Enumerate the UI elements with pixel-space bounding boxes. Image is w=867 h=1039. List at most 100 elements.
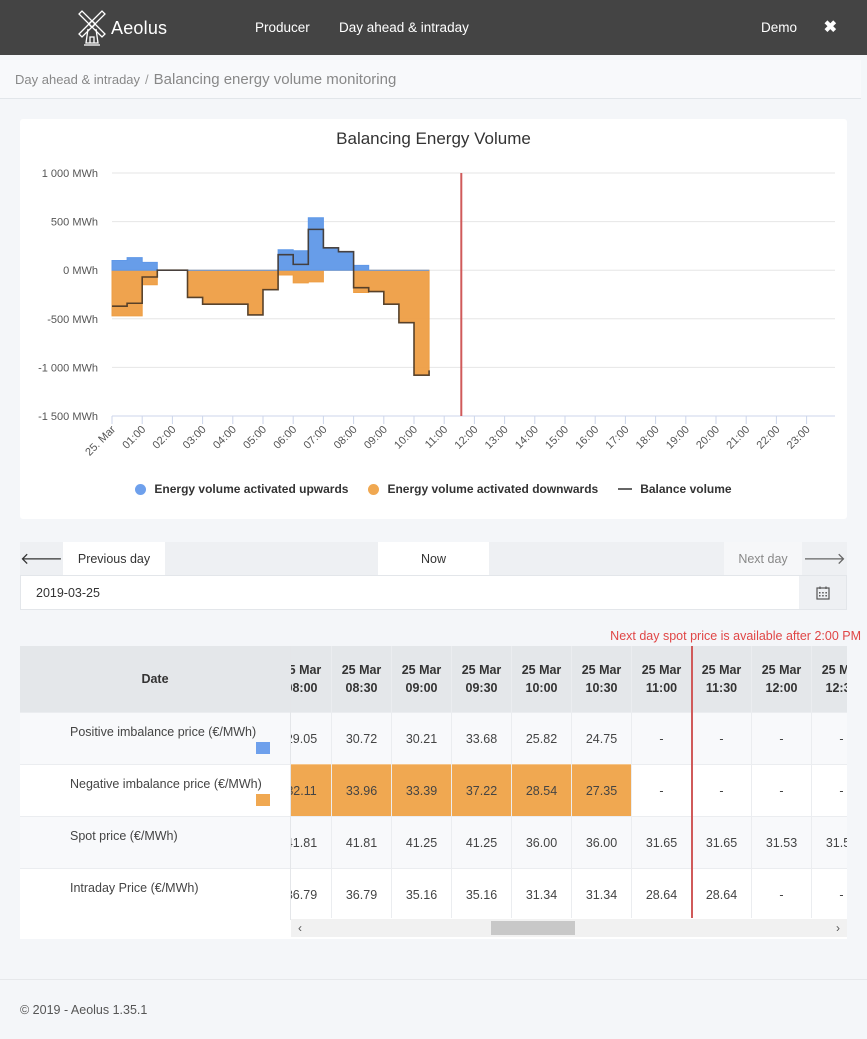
legend-downwards-label: Energy volume activated downwards bbox=[387, 482, 599, 496]
legend-item-balance[interactable]: Balance volume bbox=[618, 482, 732, 496]
table-cell: 33.96 bbox=[332, 764, 391, 816]
x-tick-label: 11:00 bbox=[423, 424, 450, 451]
table-cell: 36.79 bbox=[332, 868, 391, 918]
table-cell: 32.11 bbox=[291, 764, 331, 816]
horizontal-scrollbar[interactable]: ‹ › bbox=[291, 919, 847, 937]
balancing-energy-chart: 1 000 MWh 500 MWh 0 MWh -500 MWh -1 000 MWh -… bbox=[38, 168, 835, 458]
table-column: 25 Mar 10:30 24.75 27.35 36.00 31.34 bbox=[572, 646, 632, 918]
table-column: 25 Mar 12:00- -31.53- bbox=[752, 646, 812, 918]
x-tick-label: 16:00 bbox=[573, 424, 601, 452]
brand-link[interactable]: Aeolus bbox=[77, 9, 167, 47]
column-header: 25 Mar 11:30 bbox=[692, 646, 751, 712]
table-cell: 41.81 bbox=[332, 816, 391, 868]
column-time: 08:00 bbox=[291, 681, 318, 695]
legend-item-upwards[interactable]: Energy volume activated upwards bbox=[135, 482, 348, 496]
scroll-left-icon[interactable]: ‹ bbox=[291, 919, 309, 937]
scroll-right-icon[interactable]: › bbox=[829, 919, 847, 937]
table-cell: - bbox=[812, 868, 847, 918]
brand-name: Aeolus bbox=[111, 17, 168, 38]
x-tick-label: 02:00 bbox=[151, 424, 179, 452]
negative-swatch-icon bbox=[256, 794, 270, 806]
table-column: 25 Mar 10:00 25.82 28.54 36.00 31.34 bbox=[512, 646, 572, 918]
x-tick-label: 07:00 bbox=[302, 424, 330, 452]
table-cell: - bbox=[752, 712, 811, 764]
column-date: 25 Mar bbox=[821, 663, 847, 677]
table-cell: 36.00 bbox=[572, 816, 631, 868]
row-label: Negative imbalance price (€/MWh) bbox=[70, 777, 262, 791]
breadcrumb-separator: / bbox=[145, 72, 149, 87]
arrow-right-icon: 🡒 bbox=[803, 551, 846, 568]
previous-day-button[interactable]: Previous day bbox=[63, 542, 165, 575]
table-cell: - bbox=[632, 764, 691, 816]
previous-day-arrow-button[interactable]: 🡐 bbox=[20, 542, 63, 575]
row-label: Positive imbalance price (€/MWh) bbox=[70, 725, 257, 739]
x-tick-label: 05:00 bbox=[241, 424, 269, 452]
date-picker bbox=[20, 575, 847, 610]
legend-upwards-label: Energy volume activated upwards bbox=[154, 482, 349, 496]
x-tick-label: 25. Mar bbox=[83, 423, 118, 458]
table-cell: 33.39 bbox=[392, 764, 451, 816]
table-cell: 31.34 bbox=[572, 868, 631, 918]
table-column: 25 Mar12:30--31.53- bbox=[812, 646, 847, 918]
legend-balance-line-icon bbox=[618, 488, 633, 490]
column-date: 25 Mar bbox=[641, 663, 682, 677]
next-day-arrow-button[interactable]: 🡒 bbox=[802, 542, 847, 575]
table-cell: - bbox=[692, 712, 751, 764]
chart-card: 1 000 MWh 500 MWh 0 MWh -500 MWh -1 000 MWh -… bbox=[20, 119, 847, 519]
y-tick-label: -1 000 MWh bbox=[38, 362, 98, 374]
table-cell: - bbox=[692, 764, 751, 816]
breadcrumb-bar: Day ahead & intraday / Balancing energy vo… bbox=[0, 60, 861, 99]
y-tick-label: 0 MWh bbox=[63, 265, 98, 277]
now-marker-line bbox=[691, 646, 693, 918]
table-column: 25 Mar 09:00 30.21 33.39 41.25 35.16 bbox=[392, 646, 452, 918]
x-tick-label: 14:00 bbox=[513, 424, 541, 452]
date-input[interactable] bbox=[21, 576, 800, 609]
column-date: 25 Mar bbox=[461, 663, 502, 677]
balance-line bbox=[112, 228, 430, 376]
footer-copyright: © 2019 - Aeolus 1.35.1 bbox=[20, 1003, 148, 1017]
chart-legend: Energy volume activated upwards Energy v… bbox=[20, 482, 847, 496]
next-day-button[interactable]: Next day bbox=[724, 542, 802, 575]
windmill-logo-icon bbox=[78, 10, 106, 46]
nav-user-demo[interactable]: Demo bbox=[761, 20, 797, 35]
table-cell: 31.53 bbox=[812, 816, 847, 868]
row-header-negative-imbalance: Negative imbalance price (€/MWh) bbox=[20, 764, 290, 816]
positive-swatch-icon bbox=[256, 742, 270, 754]
column-time: 11:00 bbox=[645, 681, 678, 695]
table-cell: - bbox=[632, 712, 691, 764]
x-tick-label: 10:00 bbox=[392, 424, 420, 452]
column-header: 25 Mar 08:30 bbox=[332, 646, 391, 712]
column-header: 25 Mar 11:00 bbox=[632, 646, 691, 712]
calendar-button[interactable] bbox=[799, 576, 846, 609]
column-time: 10:30 bbox=[585, 681, 618, 695]
nav-producer[interactable]: Producer bbox=[255, 20, 310, 35]
column-header: 25 Mar 09:00 bbox=[392, 646, 451, 712]
table-cell: 27.35 bbox=[572, 764, 631, 816]
x-tick-label: 23:00 bbox=[785, 424, 813, 452]
table-cell: - bbox=[752, 868, 811, 918]
footer-divider bbox=[0, 979, 867, 980]
now-button[interactable]: Now bbox=[378, 542, 489, 575]
table-cell: 30.72 bbox=[332, 712, 391, 764]
x-tick-label: 09:00 bbox=[362, 424, 390, 452]
table-cell: 29.05 bbox=[291, 712, 331, 764]
x-tick-label: 08:00 bbox=[332, 424, 360, 452]
legend-item-downwards[interactable]: Energy volume activated downwards bbox=[368, 482, 598, 496]
breadcrumb-parent[interactable]: Day ahead & intraday bbox=[15, 72, 140, 87]
x-tick-label: 01:00 bbox=[120, 424, 148, 452]
x-tick-label: 12:00 bbox=[453, 424, 481, 452]
column-date: 25 Mar bbox=[521, 663, 562, 677]
table-cell: 41.25 bbox=[452, 816, 511, 868]
table-scroll-area[interactable]: 25 Mar 08:00 29.0532.1141.8136.79 25 Mar 08:… bbox=[291, 646, 847, 918]
logout-close-icon[interactable]: ✖ bbox=[824, 17, 837, 37]
scrollbar-thumb[interactable] bbox=[491, 921, 575, 935]
x-tick-label: 18:00 bbox=[634, 424, 662, 452]
row-header-spot-price: Spot price (€/MWh) bbox=[20, 816, 290, 868]
price-table: Date Positive imbalance price (€/MWh) Ne… bbox=[20, 646, 847, 939]
x-tick-label: 03:00 bbox=[181, 424, 209, 452]
x-tick-label: 22:00 bbox=[755, 424, 783, 452]
table-cell: 36.00 bbox=[512, 816, 571, 868]
nav-day-ahead-intraday[interactable]: Day ahead & intraday bbox=[339, 20, 469, 35]
table-columns: 25 Mar 08:00 29.0532.1141.8136.79 25 Mar 08:… bbox=[291, 646, 847, 918]
column-date: 25 Mar bbox=[701, 663, 742, 677]
